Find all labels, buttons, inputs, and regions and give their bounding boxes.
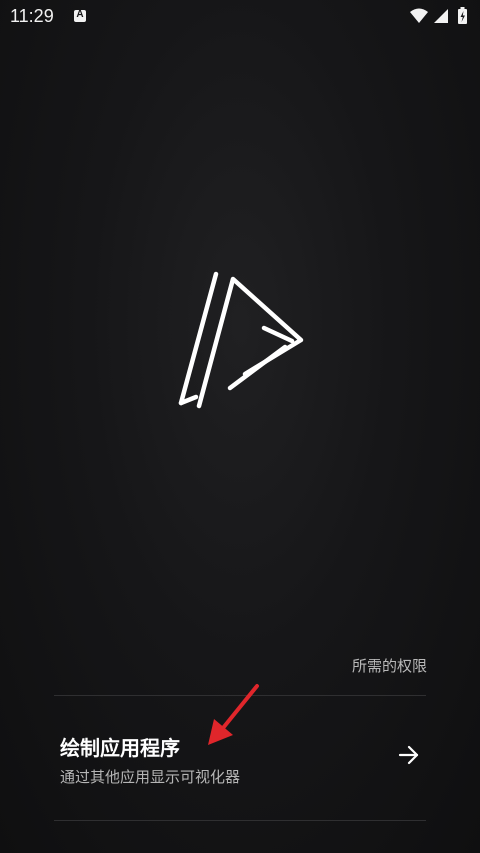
play-triangle-logo-icon [175,270,307,418]
status-time: 11:29 [10,6,54,26]
signal-icon [434,9,448,23]
status-icons [408,6,472,26]
status-bar: 11:29 [0,0,480,32]
a-letter-icon [74,9,86,22]
permissions-section-title: 所需的权限 [351,657,427,675]
arrow-right-icon[interactable] [398,745,420,769]
wifi-icon [410,8,428,23]
permission-item-title: 绘制应用程序 [60,736,180,760]
red-pointer-arrow-icon [205,683,265,753]
battery-charging-icon [458,7,467,24]
divider-bottom [54,820,426,821]
permission-item-description: 通过其他应用显示可视化器 [60,768,241,786]
